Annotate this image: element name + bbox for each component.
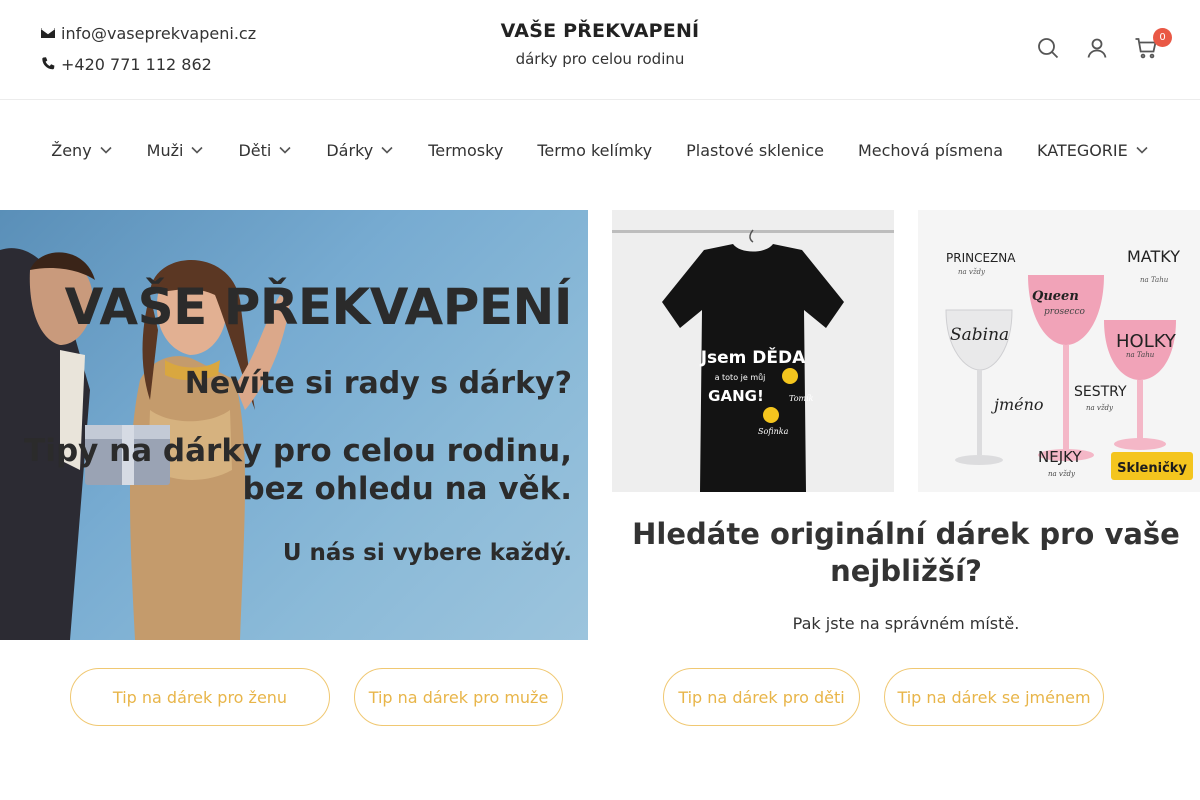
hero-question: Nevíte si rady s dárky?	[184, 366, 572, 401]
brand-subtitle: dárky pro celou rodinu	[515, 50, 685, 68]
site-logo[interactable]: VAŠE PŘEKVAPENÍ dárky pro celou rodinu	[400, 20, 800, 68]
tshirt-product-image[interactable]: Jsem DĚDA a toto je můj GANG! Tomík Sofi…	[612, 210, 894, 492]
user-icon	[1087, 38, 1107, 58]
glass-word-holky-sub: na Tahu	[1126, 351, 1155, 359]
hero-tip: Tipy na dárky pro celou rodinu, bez ohle…	[24, 433, 572, 507]
header-actions: 0	[1013, 28, 1172, 62]
nav-item-label: Termo kelímky	[537, 140, 653, 160]
women-gift-button[interactable]: Tip na dárek pro ženu	[70, 668, 330, 726]
brand-title: VAŠE PŘEKVAPENÍ	[500, 20, 700, 42]
nav-item-termosky[interactable]: Termosky	[428, 141, 503, 160]
chevron-down-icon	[191, 146, 204, 154]
nav-item-label: Plastové sklenice	[686, 140, 824, 160]
chevron-down-icon	[279, 146, 291, 154]
glasses-product-image[interactable]: PRINCEZNA na vždy MATKY na Tahu Queen pr…	[918, 210, 1200, 492]
tshirt-text-line3: GANG!	[708, 387, 764, 405]
glass-word-sestry: SESTRY	[1074, 384, 1127, 400]
promo-headline: Hledáte originální dárek pro vaše nejbli…	[632, 517, 1180, 588]
hero-every: U nás si vybere každý.	[282, 540, 572, 566]
search-button[interactable]	[1034, 34, 1062, 62]
kids-gift-button[interactable]: Tip na dárek pro děti	[663, 668, 860, 726]
glass-word-holky: HOLKY	[1116, 331, 1177, 352]
glass-word-princezna-sub: na vždy	[958, 268, 986, 276]
nav-item-label: Ženy	[51, 140, 92, 160]
glass-word-jmeno: jméno	[991, 395, 1044, 414]
glass-word-nejky: NEJKY	[1038, 448, 1082, 466]
nav-item-kategorie[interactable]: KATEGORIE	[1037, 141, 1149, 160]
glass-word-sestry-sub: na vždy	[1086, 404, 1114, 412]
nav-item-zeny[interactable]: Ženy	[51, 141, 112, 160]
glass-word-nejky-sub: na vždy	[1048, 470, 1076, 478]
nav-item-mechova-pismena[interactable]: Mechová písmena	[858, 141, 1003, 160]
glass-word-princezna: PRINCEZNA	[946, 251, 1016, 265]
contact-info: info@vaseprekvapeni.cz +420 771 112 862	[40, 22, 256, 84]
search-icon	[1038, 38, 1059, 59]
chevron-down-icon	[381, 146, 393, 154]
glass-word-sabina: Sabina	[950, 325, 1009, 345]
couple-gift-illustration	[0, 248, 290, 640]
phone-icon	[42, 57, 55, 70]
email-link[interactable]: info@vaseprekvapeni.cz	[40, 22, 256, 44]
nav-item-label: Dárky	[326, 140, 374, 160]
site-header: info@vaseprekvapeni.cz +420 771 112 862 …	[0, 0, 1200, 100]
chevron-down-icon	[1136, 146, 1148, 154]
nav-item-darky[interactable]: Dárky	[326, 141, 394, 160]
envelope-icon	[41, 28, 55, 38]
tshirt-text-line2: a toto je můj	[715, 372, 766, 382]
tshirt-name-1: Tomík	[789, 394, 814, 403]
glass-word-matky: MATKY	[1127, 247, 1180, 266]
promo-tagline: Pak jste na správném místě.	[792, 614, 1020, 633]
nav-item-label: Termosky	[428, 140, 504, 160]
cart-count-badge: 0	[1153, 28, 1172, 47]
tshirt-illustration: Jsem DĚDA a toto je můj GANG! Tomík Sofi…	[612, 210, 894, 492]
phone-link[interactable]: +420 771 112 862	[40, 53, 256, 75]
nav-item-label: Mechová písmena	[857, 140, 1004, 160]
tshirt-text-line1: Jsem DĚDA	[700, 346, 806, 368]
wine-glasses-illustration: PRINCEZNA na vždy MATKY na Tahu Queen pr…	[918, 210, 1200, 492]
hero-banner[interactable]: VAŠE PŘEKVAPENÍ Nevíte si rady s dárky? …	[0, 210, 588, 640]
account-button[interactable]	[1083, 34, 1111, 62]
glasses-badge: Skleničky	[1117, 461, 1187, 476]
nav-item-label: Muži	[146, 140, 184, 160]
glass-word-queen: Queen	[1032, 289, 1079, 304]
nav-item-muzi[interactable]: Muži	[147, 141, 205, 160]
men-gift-button[interactable]: Tip na dárek pro muže	[354, 668, 563, 726]
glass-word-matky-sub: na Tahu	[1140, 276, 1169, 284]
nav-item-deti[interactable]: Děti	[238, 141, 292, 160]
nav-item-plastove-sklenice[interactable]: Plastové sklenice	[686, 141, 824, 160]
cart-button[interactable]: 0	[1132, 28, 1172, 62]
tshirt-name-2: Sofinka	[758, 427, 789, 436]
nav-item-label: KATEGORIE	[1037, 140, 1128, 160]
email-text: info@vaseprekvapeni.cz	[61, 23, 257, 43]
phone-text: +420 771 112 862	[61, 54, 212, 74]
glass-word-queen-sub: prosecco	[1044, 307, 1086, 317]
name-gift-button[interactable]: Tip na dárek se jménem	[884, 668, 1104, 726]
nav-item-termo-kelimky[interactable]: Termo kelímky	[537, 141, 652, 160]
hero-title: VAŠE PŘEKVAPENÍ	[64, 278, 573, 336]
main-navigation: Ženy Muži Děti Dárky Termosky Termo kelí…	[0, 100, 1200, 200]
chevron-down-icon	[100, 146, 112, 154]
nav-item-label: Děti	[238, 140, 272, 160]
